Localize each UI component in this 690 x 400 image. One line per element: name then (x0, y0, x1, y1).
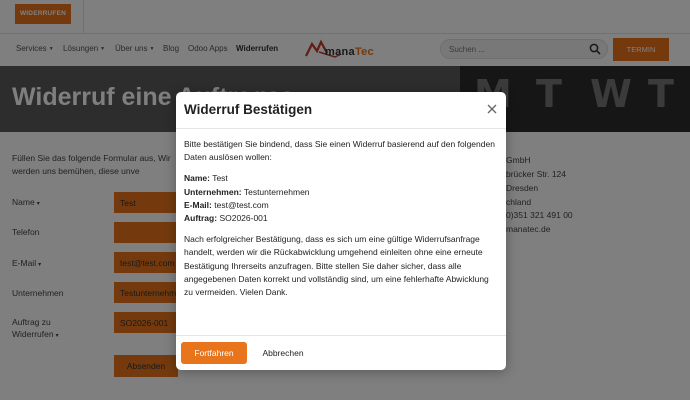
fortfahren-button[interactable]: Fortfahren (181, 342, 247, 364)
dialog-intro: Bitte bestätigen Sie bindend, dass Sie e… (184, 139, 495, 163)
close-icon (487, 104, 497, 114)
dialog-notice: Nach erfolgreicher Bestätigung, dass es … (184, 234, 489, 298)
close-button[interactable] (485, 102, 499, 116)
dialog-body: Bitte bestätigen Sie bindend, dass Sie e… (184, 138, 500, 307)
confirm-dialog: Widerruf Bestätigen Bitte bestätigen Sie… (176, 92, 506, 370)
abbrechen-button[interactable]: Abbrechen (254, 342, 312, 364)
dialog-footer: Fortfahren Abbrechen (176, 335, 506, 370)
dialog-summary: Name: Test Unternehmen: Testunternehmen … (184, 173, 310, 224)
dialog-header: Widerruf Bestätigen (176, 92, 506, 129)
dialog-title: Widerruf Bestätigen (184, 102, 313, 117)
